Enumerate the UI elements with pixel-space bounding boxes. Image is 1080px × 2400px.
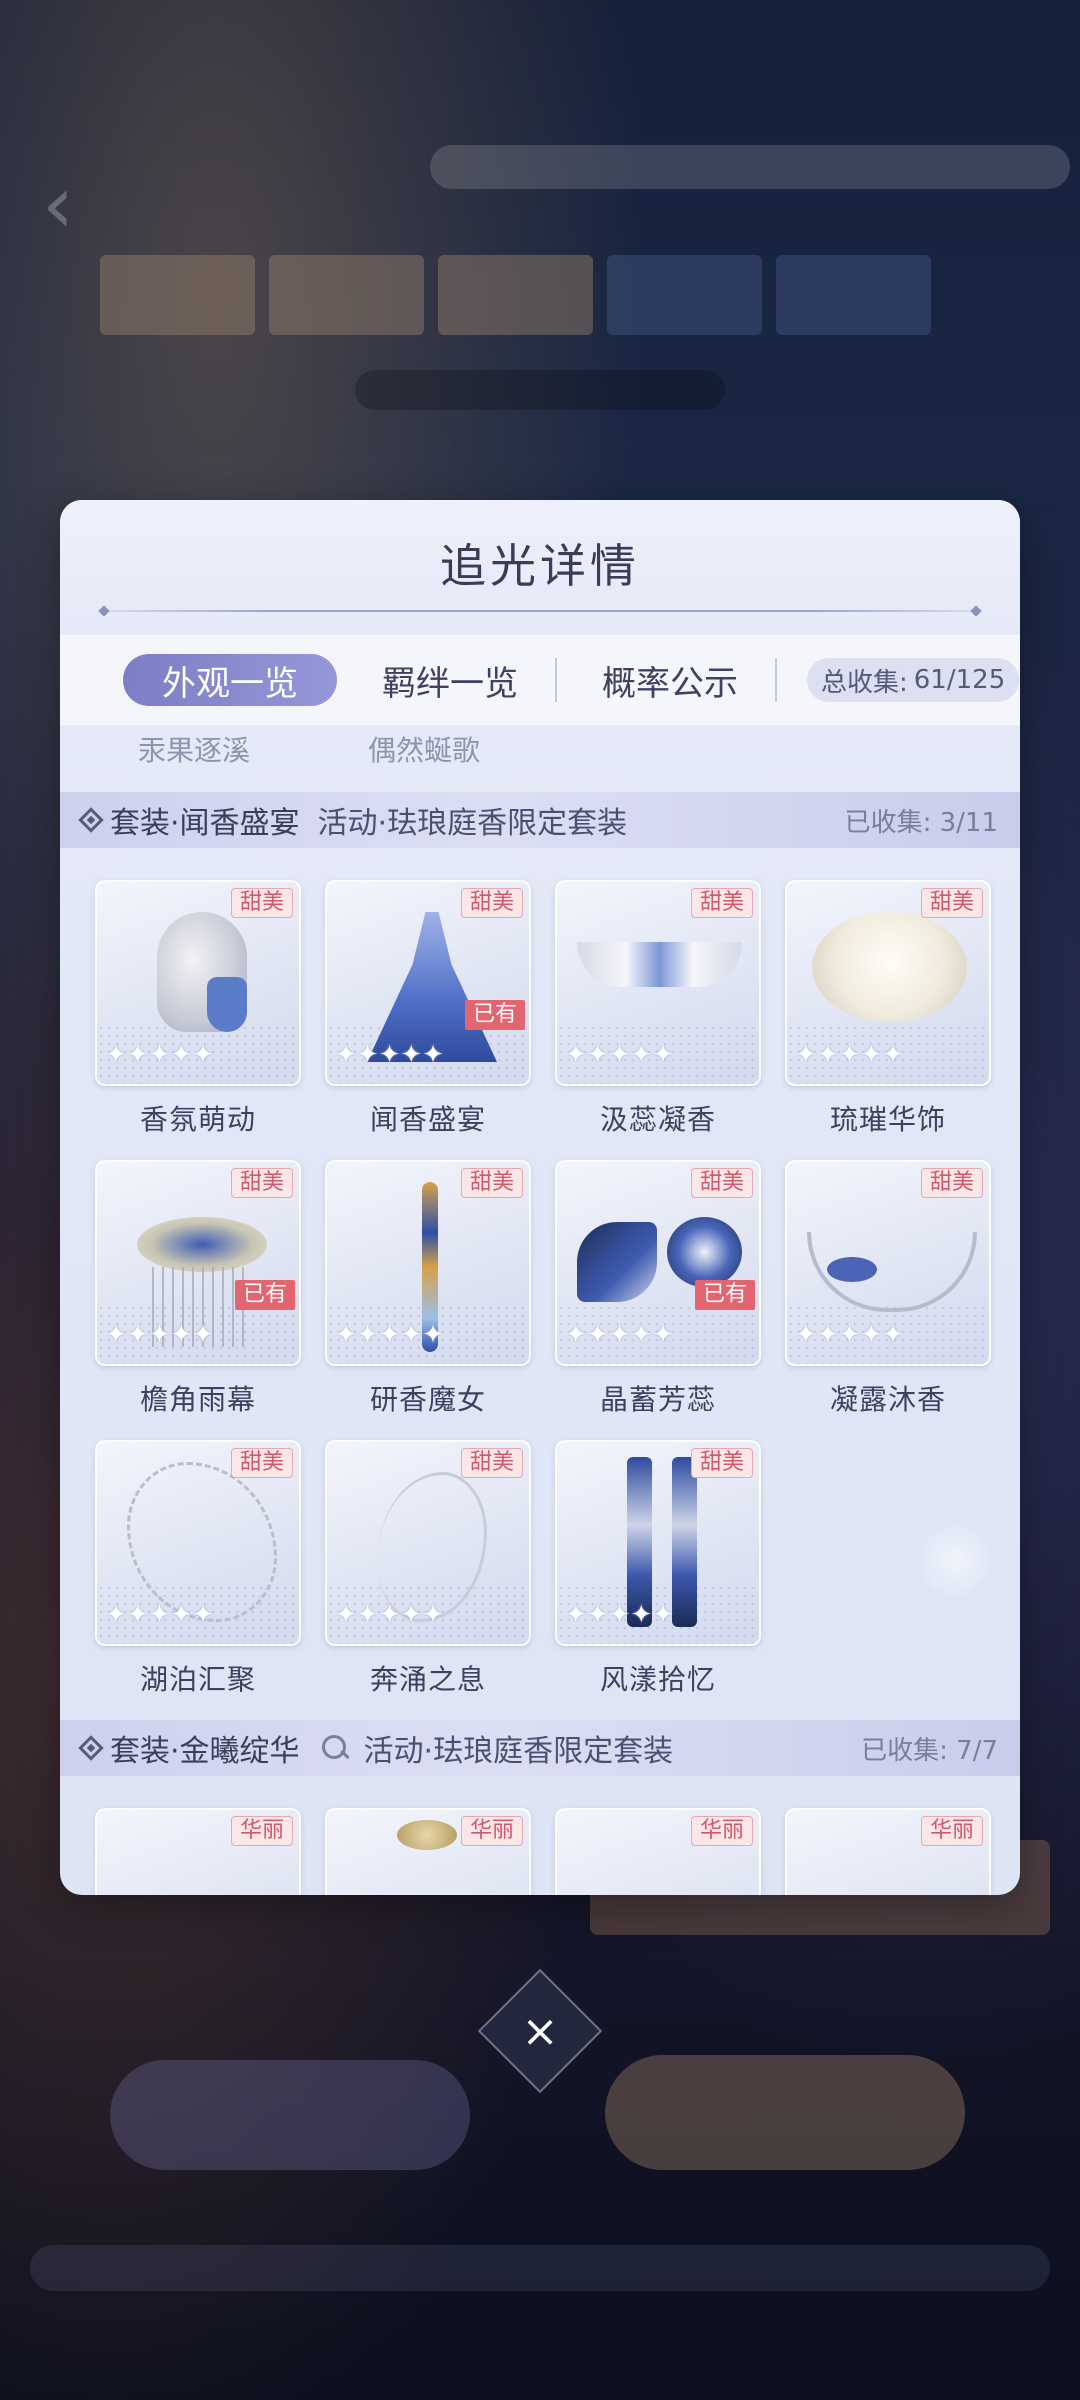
style-tag: 甜美 <box>460 888 523 918</box>
tab-probability[interactable]: 概率公示 <box>565 654 775 706</box>
modal-header: 追光详情 <box>60 500 1020 635</box>
item-card[interactable]: 华丽 <box>95 1808 301 1895</box>
style-tag: 华丽 <box>690 1816 753 1846</box>
item-card[interactable]: 甜美 ✦✦✦✦✦ 香氛萌动 <box>95 880 301 1138</box>
style-tag: 华丽 <box>230 1816 293 1846</box>
content-scroll-area[interactable]: 汞果逐溪 偶然蜒歌 套装·闻香盛宴 活动·珐琅庭香限定套装 已收集: 3/11 … <box>60 725 1020 1895</box>
magnifier-icon[interactable] <box>320 1733 350 1763</box>
style-tag: 甜美 <box>230 1168 293 1198</box>
item-card[interactable]: 甜美 已有 ✦✦✦✦✦ 晶蓄芳蕊 <box>555 1160 761 1418</box>
diamond-icon <box>78 807 104 833</box>
rating-stars: ✦✦✦✦✦ <box>565 1040 674 1070</box>
tab-separator <box>555 658 557 702</box>
style-tag: 甜美 <box>460 1448 523 1478</box>
item-name: 奔涌之息 <box>369 1663 486 1696</box>
item-name: 檐角雨幕 <box>139 1383 256 1416</box>
owned-badge: 已有 <box>234 1280 295 1310</box>
style-tag: 甜美 <box>690 1168 753 1198</box>
item-name: 香氛萌动 <box>139 1103 256 1136</box>
style-tag: 甜美 <box>230 1448 293 1478</box>
tab-bonds[interactable]: 羁绊一览 <box>345 654 555 706</box>
modal-title: 追光详情 <box>440 539 640 593</box>
style-tag: 甜美 <box>230 888 293 918</box>
rating-stars: ✦✦✦✦✦ <box>565 1600 674 1630</box>
rating-stars: ✦✦✦✦✦ <box>795 1320 904 1350</box>
rating-stars: ✦✦✦✦✦ <box>105 1320 214 1350</box>
section-header: 套装·金曦绽华 活动·珐琅庭香限定套装 已收集: 7/7 <box>60 1720 1020 1776</box>
item-card[interactable]: 甜美 ✦✦✦✦✦ 凝露沐香 <box>785 1160 991 1418</box>
diamond-icon <box>78 1735 104 1761</box>
style-tag: 甜美 <box>690 1448 753 1478</box>
item-name: 研香魔女 <box>369 1383 486 1416</box>
rating-stars: ✦✦✦✦✦ <box>335 1600 444 1630</box>
tab-appearance[interactable]: 外观一览 <box>123 654 337 706</box>
rating-stars: ✦✦✦✦✦ <box>335 1320 444 1350</box>
item-card[interactable]: 华丽 <box>555 1808 761 1895</box>
style-tag: 甜美 <box>920 888 983 918</box>
prev-item-name: 汞果逐溪 <box>138 734 251 767</box>
item-card[interactable]: 甜美 ✦✦✦✦✦ 湖泊汇聚 <box>95 1440 301 1698</box>
total-count: 61/125 <box>913 665 1006 695</box>
rating-stars: ✦✦✦✦✦ <box>565 1320 674 1350</box>
hat-icon <box>137 1217 267 1272</box>
title-divider <box>100 610 980 612</box>
item-card[interactable]: 甜美 ✦✦✦✦✦ 汲蕊凝香 <box>555 880 761 1138</box>
item-name: 凝露沐香 <box>829 1383 946 1416</box>
rating-stars: ✦✦✦✦✦ <box>105 1040 214 1070</box>
item-card[interactable]: 甜美 已有 ✦✦✦✦✦ 檐角雨幕 <box>95 1160 301 1418</box>
prev-item-name: 偶然蜒歌 <box>368 734 481 767</box>
detail-modal: 追光详情 外观一览 羁绊一览 概率公示 总收集: 61/125 汞果逐溪 偶然蜒… <box>60 500 1020 1895</box>
item-name: 风漾拾忆 <box>599 1663 716 1696</box>
item-card[interactable]: 甜美 已有 ✦✦✦✦✦ 闻香盛宴 <box>325 880 531 1138</box>
style-tag: 甜美 <box>690 888 753 918</box>
owned-badge: 已有 <box>464 1000 525 1030</box>
item-name: 汲蕊凝香 <box>599 1103 716 1136</box>
set-collected-count: 已收集: 3/11 <box>844 807 998 838</box>
style-tag: 华丽 <box>920 1816 983 1846</box>
total-label: 总收集: <box>821 667 908 698</box>
item-card[interactable]: 甜美 ✦✦✦✦✦ 琉璀华饰 <box>785 880 991 1138</box>
item-name: 闻香盛宴 <box>369 1103 486 1136</box>
total-collection-badge: 总收集: 61/125 <box>807 658 1020 702</box>
item-card[interactable]: 甜美 ✦✦✦✦✦ 风漾拾忆 <box>555 1440 761 1698</box>
style-tag: 甜美 <box>920 1168 983 1198</box>
rating-stars: ✦✦✦✦✦ <box>105 1600 214 1630</box>
rating-stars: ✦✦✦✦✦ <box>335 1040 444 1070</box>
item-card[interactable]: 华丽 <box>325 1808 531 1895</box>
chain-icon <box>127 1462 277 1622</box>
event-label: 活动·珐琅庭香限定套装 <box>317 806 628 841</box>
set-collected-count: 已收集: 7/7 <box>861 1735 998 1766</box>
item-name: 晶蓄芳蕊 <box>599 1383 716 1416</box>
tab-bar: 外观一览 羁绊一览 概率公示 总收集: 61/125 <box>60 635 1020 725</box>
style-tag: 华丽 <box>460 1816 523 1846</box>
section-header: 套装·闻香盛宴 活动·珐琅庭香限定套装 已收集: 3/11 <box>60 792 1020 848</box>
item-name: 琉璀华饰 <box>829 1103 946 1136</box>
item-card[interactable]: 甜美 ✦✦✦✦✦ 奔涌之息 <box>325 1440 531 1698</box>
flower-icon <box>577 1222 657 1302</box>
headpiece-icon <box>577 942 742 987</box>
set-name: 套装·金曦绽华 <box>110 1734 300 1769</box>
set-name: 套装·闻香盛宴 <box>110 806 300 841</box>
style-tag: 甜美 <box>460 1168 523 1198</box>
previous-row-partial: 汞果逐溪 偶然蜒歌 <box>60 725 1020 780</box>
event-label: 活动·珐琅庭香限定套装 <box>363 1734 674 1769</box>
item-card[interactable]: 华丽 <box>785 1808 991 1895</box>
decorative-bubble <box>920 1525 990 1595</box>
owned-badge: 已有 <box>694 1280 755 1310</box>
ruff-collar-icon <box>812 912 967 1022</box>
tab-separator <box>775 658 777 702</box>
item-name: 湖泊汇聚 <box>139 1663 256 1696</box>
accessory-icon <box>397 1820 457 1850</box>
rating-stars: ✦✦✦✦✦ <box>795 1040 904 1070</box>
item-card[interactable]: 甜美 ✦✦✦✦✦ 研香魔女 <box>325 1160 531 1418</box>
